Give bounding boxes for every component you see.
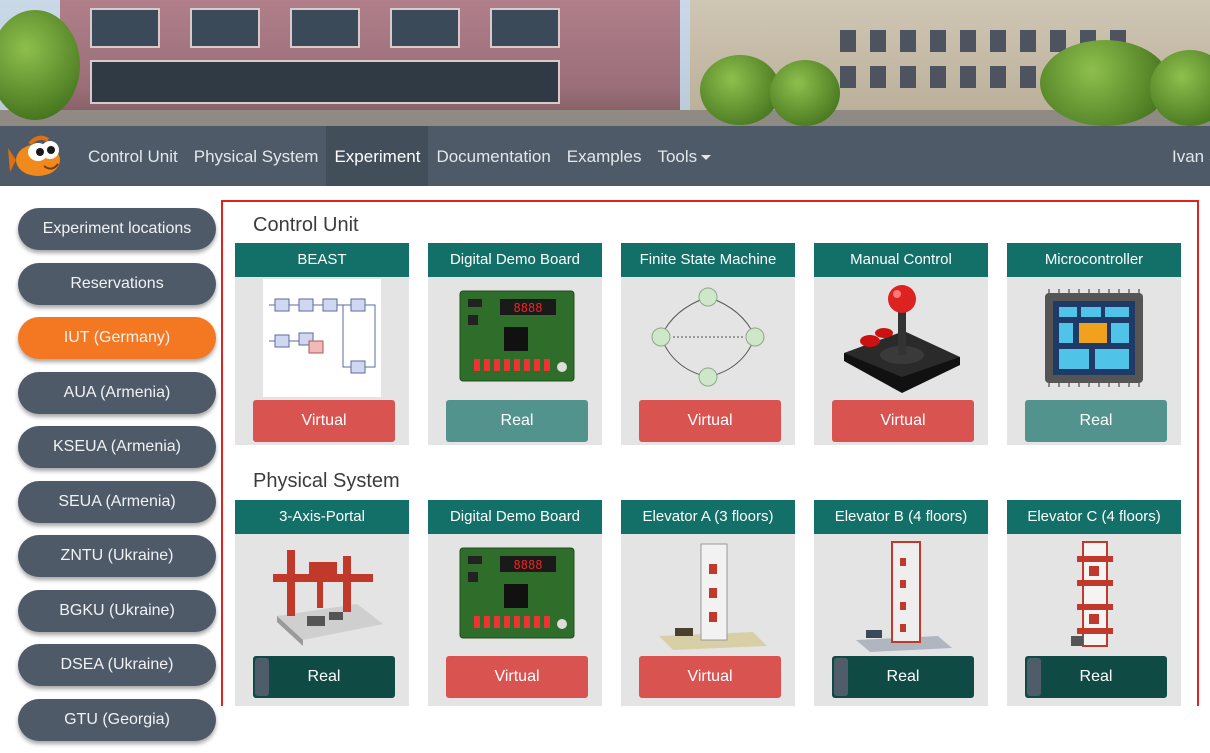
card-digital-demo-board[interactable]: Digital Demo Board 8888 Real <box>428 243 602 445</box>
nav-examples[interactable]: Examples <box>559 126 650 186</box>
card-elevator-a[interactable]: Elevator A (3 floors) Virtual <box>621 500 795 706</box>
card-finite-state-machine[interactable]: Finite State Machine Virtual <box>621 243 795 445</box>
portal-robot-image <box>247 536 397 654</box>
section-title-physical-system: Physical System <box>253 470 400 492</box>
sidebar-location-gtu[interactable]: GTU (Georgia) <box>18 698 216 741</box>
state-diagram-image <box>633 279 783 397</box>
card-title: Digital Demo Board <box>428 500 602 534</box>
nav-experiment[interactable]: Experiment <box>326 126 429 186</box>
caret-down-icon <box>701 155 712 161</box>
card-title: Elevator A (3 floors) <box>621 500 795 534</box>
elevator-model-image <box>1019 536 1169 654</box>
real-button[interactable]: Real <box>253 656 395 698</box>
sidebar-location-dsea[interactable]: DSEA (Ukraine) <box>18 644 216 686</box>
block-diagram-image <box>247 279 397 397</box>
sidebar-location-bgku[interactable]: BGKU (Ukraine) <box>18 589 216 632</box>
card-beast[interactable]: BEAST Virtual <box>235 243 409 445</box>
user-menu[interactable]: Ivan S <box>1172 126 1210 188</box>
sidebar-location-seua[interactable]: SEUA (Armenia) <box>18 480 216 523</box>
card-title: 3-Axis-Portal <box>235 500 409 534</box>
fish-logo-icon[interactable] <box>8 132 70 180</box>
sidebar-location-aua[interactable]: AUA (Armenia) <box>18 371 216 414</box>
real-button[interactable]: Real <box>446 400 588 442</box>
card-title: Digital Demo Board <box>428 243 602 277</box>
circuit-board-image: 8888 <box>440 279 590 397</box>
experiment-panel: Control Unit BEAST Virtual Digital Demo … <box>221 200 1199 706</box>
location-sidebar: Experiment locations Reservations IUT (G… <box>18 208 216 753</box>
real-button[interactable]: Real <box>832 656 974 698</box>
sidebar-location-zntu[interactable]: ZNTU (Ukraine) <box>18 535 216 577</box>
svg-text:8888: 8888 <box>514 301 543 315</box>
card-manual-control[interactable]: Manual Control Virtual <box>814 243 988 445</box>
nav-documentation[interactable]: Documentation <box>428 126 558 186</box>
sidebar-location-kseua[interactable]: KSEUA (Armenia) <box>18 426 216 468</box>
card-elevator-c[interactable]: Elevator C (4 floors) Real <box>1007 500 1181 706</box>
nav-tools-dropdown[interactable]: Tools <box>649 126 719 186</box>
nav-control-unit[interactable]: Control Unit <box>80 126 186 186</box>
circuit-board-image: 8888 <box>440 536 590 654</box>
virtual-button[interactable]: Virtual <box>253 400 395 442</box>
sidebar-experiment-locations[interactable]: Experiment locations <box>18 208 216 250</box>
card-microcontroller[interactable]: Microcontroller Real <box>1007 243 1181 445</box>
card-3-axis-portal[interactable]: 3-Axis-Portal Real <box>235 500 409 706</box>
header-banner-image <box>0 0 1210 126</box>
card-title: Manual Control <box>814 243 988 277</box>
card-title: Elevator B (4 floors) <box>814 500 988 534</box>
virtual-button[interactable]: Virtual <box>639 400 781 442</box>
real-button[interactable]: Real <box>1025 400 1167 442</box>
elevator-model-image <box>826 536 976 654</box>
section-title-control-unit: Control Unit <box>253 214 359 236</box>
microchip-image <box>1019 279 1169 397</box>
sidebar-reservations[interactable]: Reservations <box>18 262 216 305</box>
joystick-image <box>826 279 976 397</box>
virtual-button[interactable]: Virtual <box>832 400 974 442</box>
virtual-button[interactable]: Virtual <box>639 656 781 698</box>
card-digital-demo-board-physical[interactable]: Digital Demo Board 8888 Virtual <box>428 500 602 706</box>
card-elevator-b[interactable]: Elevator B (4 floors) Real <box>814 500 988 706</box>
elevator-model-image <box>633 536 783 654</box>
card-title: Microcontroller <box>1007 243 1181 277</box>
nav-physical-system[interactable]: Physical System <box>186 126 327 186</box>
svg-text:8888: 8888 <box>514 558 543 572</box>
card-title: BEAST <box>235 243 409 277</box>
nav-tools-label: Tools <box>657 147 698 166</box>
top-navbar: Control Unit Physical System Experiment … <box>0 126 1210 186</box>
card-title: Elevator C (4 floors) <box>1007 500 1181 534</box>
sidebar-location-iut[interactable]: IUT (Germany) <box>18 317 216 359</box>
card-title: Finite State Machine <box>621 243 795 277</box>
building-left <box>60 0 680 126</box>
real-button[interactable]: Real <box>1025 656 1167 698</box>
virtual-button[interactable]: Virtual <box>446 656 588 698</box>
